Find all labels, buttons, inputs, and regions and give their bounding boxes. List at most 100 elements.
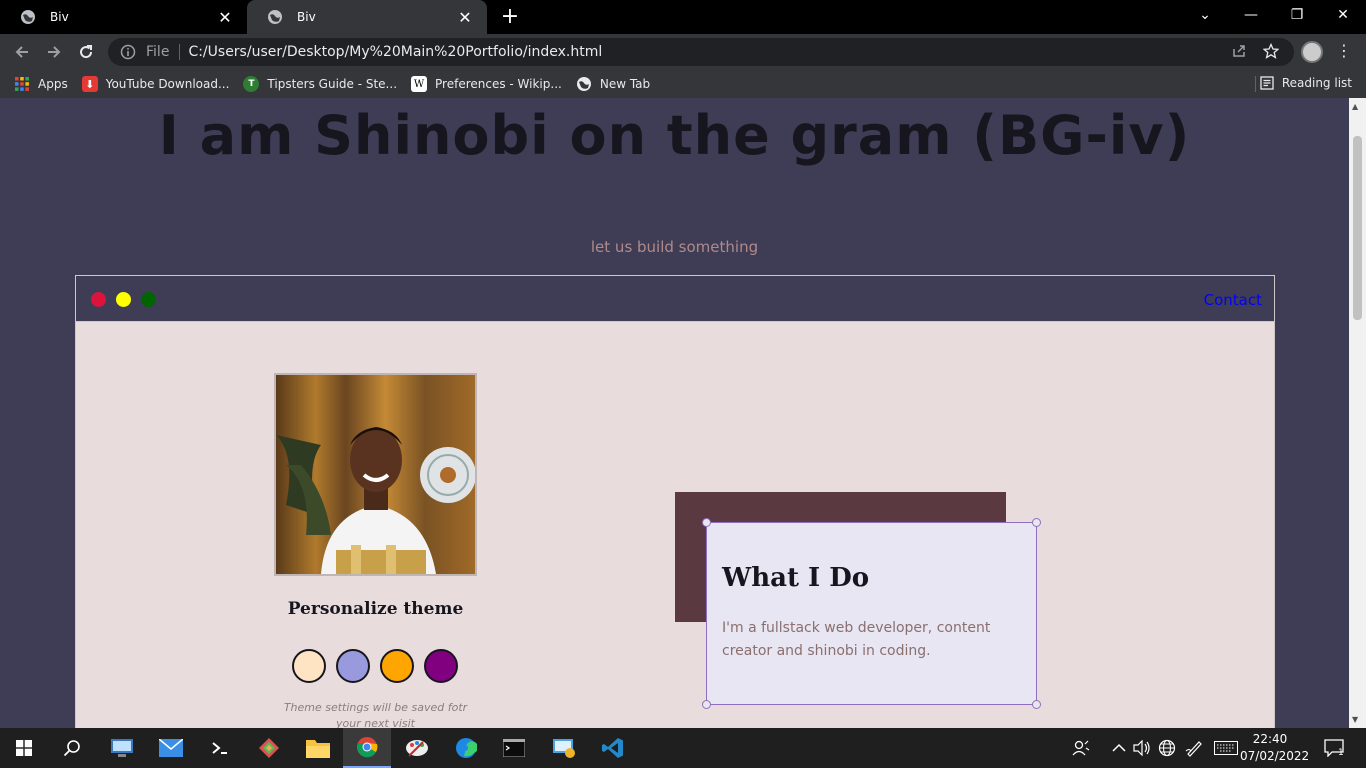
bookmark-new-tab[interactable]: New Tab (576, 76, 650, 92)
download-icon: ⬇ (81, 76, 98, 92)
reading-list-icon (1260, 76, 1274, 90)
edge-icon (456, 738, 477, 758)
taskbar-app-edge[interactable] (442, 728, 490, 768)
taskbar-app-computer[interactable] (98, 728, 146, 768)
globe-icon (268, 10, 282, 24)
computer-icon (111, 739, 133, 757)
new-tab-button[interactable]: + (498, 5, 522, 29)
tray-chevron-up-icon[interactable] (1112, 728, 1126, 768)
address-divider (179, 44, 181, 60)
hero-subtitle: let us build something (590, 238, 759, 256)
resize-handle[interactable] (702, 700, 711, 709)
taskbar-app-chrome[interactable] (343, 728, 391, 768)
mail-icon (159, 739, 183, 757)
bookmark-apps[interactable]: Apps (14, 76, 68, 92)
bookmark-preferences-wikipedia[interactable]: W Preferences - Wikip... (411, 76, 562, 92)
taskbar-app-command-prompt[interactable] (490, 728, 538, 768)
profile-photo (274, 373, 477, 576)
bookmark-label: Apps (38, 77, 68, 91)
window-header: Contact (76, 276, 1274, 322)
minimize-button[interactable]: — (1228, 0, 1274, 30)
notification-count: 1 (1338, 748, 1344, 758)
search-button[interactable] (48, 728, 96, 768)
taskbar-app-paint[interactable] (393, 728, 441, 768)
start-button[interactable] (0, 728, 48, 768)
browser-tab-1[interactable]: Biv ✕ (0, 0, 247, 34)
reload-button[interactable] (74, 40, 98, 64)
close-tab-icon[interactable]: ✕ (455, 8, 475, 27)
bookmarks-divider (1255, 76, 1256, 92)
bookmark-label: Preferences - Wikip... (435, 77, 562, 91)
card-body: I'm a fullstack web developer, content c… (722, 620, 991, 659)
windows-taskbar: 22:40 07/02/2022 1 (0, 728, 1366, 768)
page-scrollbar[interactable]: ▲ ▼ (1349, 98, 1366, 728)
what-i-do-card: What I Do I'm a fullstack web developer,… (702, 518, 1041, 709)
bookmark-youtube-download[interactable]: ⬇ YouTube Download... (81, 76, 230, 92)
clock-date: 07/02/2022 (1240, 749, 1310, 763)
control-panel-icon (553, 739, 575, 758)
tray-pen-icon[interactable] (1185, 728, 1203, 768)
theme-note: Theme settings will be saved fotr your n… (283, 701, 468, 728)
menu-kebab-icon[interactable]: ⋮ (1336, 41, 1352, 60)
taskbar-app-git[interactable] (245, 728, 293, 768)
scroll-down-arrow-icon[interactable]: ▼ (1352, 715, 1358, 724)
bookmark-tipsters-guide[interactable]: T Tipsters Guide - Ste... (243, 76, 397, 92)
bookmark-label: YouTube Download... (105, 77, 230, 91)
chrome-icon (357, 737, 378, 758)
taskbar-app-file-explorer[interactable] (294, 728, 342, 768)
taskbar-clock[interactable]: 22:40 07/02/2022 (1240, 731, 1310, 765)
tab-title: Biv (297, 10, 316, 24)
paint-palette-icon (406, 740, 428, 757)
cmd-icon (503, 739, 525, 757)
contact-link[interactable]: Contact (1204, 291, 1262, 309)
scroll-up-arrow-icon[interactable]: ▲ (1352, 102, 1358, 111)
browser-toolbar: File C:/Users/user/Desktop/My%20Main%20P… (0, 34, 1366, 70)
diamond-tool-icon (259, 738, 279, 758)
close-window-button[interactable]: ✕ (1320, 0, 1366, 30)
apps-grid-icon (15, 77, 29, 91)
address-bar[interactable]: File C:/Users/user/Desktop/My%20Main%20P… (108, 38, 1294, 66)
back-arrow-icon (15, 46, 28, 58)
theme-heading: Personalize theme (287, 599, 464, 619)
profile-avatar[interactable] (1301, 41, 1323, 63)
tray-keyboard-icon[interactable] (1214, 728, 1238, 768)
bookmark-label: Tipsters Guide - Ste... (267, 77, 398, 91)
forward-button[interactable] (42, 40, 66, 64)
theme-swatch-lavender[interactable] (336, 649, 370, 683)
restore-button[interactable]: ❐ (1274, 0, 1320, 30)
wikipedia-icon: W (411, 76, 428, 92)
theme-swatch-orange[interactable] (380, 649, 414, 683)
tab-title: Biv (50, 10, 69, 24)
reading-list-button[interactable]: Reading list (1260, 76, 1352, 90)
back-button[interactable] (10, 40, 34, 64)
yellow-dot (116, 292, 131, 307)
tab-strip: Biv ✕ Biv ✕ + ⌄ — ❐ ✕ (0, 0, 1366, 34)
url-text[interactable]: C:/Users/user/Desktop/My%20Main%20Portfo… (188, 44, 1294, 60)
scrollbar-thumb[interactable] (1353, 136, 1362, 320)
share-icon[interactable] (1228, 40, 1250, 62)
resize-handle[interactable] (1032, 700, 1041, 709)
windows-logo-icon (16, 740, 32, 756)
theme-swatch-purple[interactable] (424, 649, 458, 683)
taskbar-app-powershell[interactable] (196, 728, 244, 768)
bookmark-star-icon[interactable] (1260, 40, 1282, 62)
info-icon[interactable] (120, 44, 136, 60)
resize-handle[interactable] (702, 518, 711, 527)
hero-title: I am Shinobi on the gram (BG-iv) (158, 104, 1191, 167)
tipsters-icon: T (243, 76, 260, 92)
theme-swatch-bisque[interactable] (292, 649, 326, 683)
close-tab-icon[interactable]: ✕ (215, 8, 235, 27)
browser-tab-2[interactable]: Biv ✕ (247, 0, 487, 34)
taskbar-app-mail[interactable] (147, 728, 195, 768)
tray-volume-icon[interactable] (1133, 728, 1151, 768)
taskbar-app-vscode[interactable] (589, 728, 637, 768)
bookmark-label: New Tab (599, 77, 651, 91)
tab-search-icon[interactable]: ⌄ (1182, 0, 1228, 30)
green-dot (141, 292, 156, 307)
tray-network-globe-icon[interactable] (1158, 728, 1176, 768)
tray-people-icon[interactable] (1072, 728, 1090, 768)
taskbar-app-control-panel[interactable] (540, 728, 588, 768)
action-center-button[interactable]: 1 (1324, 728, 1344, 768)
resize-handle[interactable] (1032, 518, 1041, 527)
terminal-icon (209, 738, 231, 758)
